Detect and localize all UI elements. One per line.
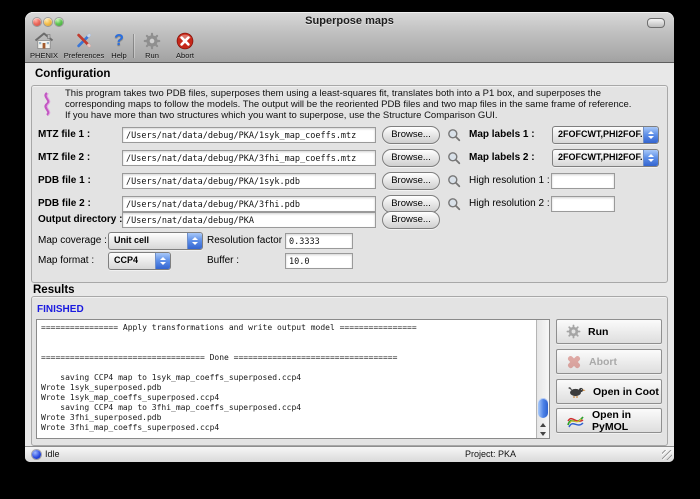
open-in-pymol-label: Open in PyMOL bbox=[592, 409, 661, 433]
phenix-ribbon-icon bbox=[40, 91, 54, 122]
dropdown-stepper-icon bbox=[155, 253, 170, 269]
arrow-down-icon bbox=[540, 432, 546, 436]
gear-icon bbox=[566, 324, 581, 339]
map-coverage-value: Unit cell bbox=[114, 235, 149, 245]
toolbar-abort-label: Abort bbox=[176, 51, 194, 60]
output-directory-label: Output directory : bbox=[38, 212, 122, 227]
toolbar-run-button[interactable]: Run bbox=[137, 31, 167, 61]
output-directory-input[interactable] bbox=[122, 212, 376, 228]
help-question-icon: ? bbox=[114, 31, 124, 50]
coot-bird-icon bbox=[566, 385, 586, 399]
open-in-coot-button[interactable]: Open in Coot bbox=[556, 379, 662, 404]
superpose-maps-window: Superpose maps PHENIX bbox=[25, 12, 674, 462]
high-resolution-2-label: High resolution 2 : bbox=[469, 196, 550, 211]
dropdown-stepper-icon bbox=[643, 127, 658, 143]
program-description-line-3: If you have more than two structures whi… bbox=[65, 111, 497, 122]
map-format-label: Map format : bbox=[38, 253, 94, 268]
toolbar-help-button[interactable]: ? Help bbox=[107, 31, 131, 61]
map-format-dropdown[interactable]: CCP4 bbox=[108, 252, 171, 270]
toolbar-abort-button[interactable]: Abort bbox=[167, 31, 203, 61]
map-coverage-label: Map coverage : bbox=[38, 233, 107, 248]
window-header: Superpose maps PHENIX bbox=[25, 12, 674, 63]
run-button[interactable]: Run bbox=[556, 319, 662, 344]
mtz-file-1-browse-button[interactable]: Browse... bbox=[382, 126, 440, 144]
pdb-file-1-browse-button[interactable]: Browse... bbox=[382, 172, 440, 190]
console-output[interactable]: ================ Apply transformations a… bbox=[36, 319, 550, 439]
status-bar: Idle Project: PKA bbox=[25, 446, 674, 462]
window-title: Superpose maps bbox=[25, 15, 674, 27]
map-labels-2-dropdown[interactable]: 2FOFCWT,PHI2FOF... bbox=[552, 149, 659, 167]
mtz-file-1-view-button[interactable] bbox=[446, 127, 461, 142]
toolbar-run-label: Run bbox=[145, 51, 159, 60]
mtz-file-2-view-button[interactable] bbox=[446, 150, 461, 165]
mtz-file-1-input[interactable] bbox=[122, 127, 376, 143]
dropdown-stepper-icon bbox=[187, 233, 202, 249]
results-heading: Results bbox=[33, 284, 75, 296]
resolution-factor-label: Resolution factor : bbox=[207, 233, 288, 248]
resolution-factor-input[interactable] bbox=[285, 233, 353, 249]
high-resolution-2-input[interactable] bbox=[551, 196, 615, 212]
status-text: Idle bbox=[45, 449, 60, 459]
run-gear-icon bbox=[143, 31, 161, 50]
buffer-label: Buffer : bbox=[207, 253, 239, 268]
toolbar-phenix-label: PHENIX bbox=[30, 51, 58, 60]
pdb-file-1-label: PDB file 1 : bbox=[38, 173, 91, 188]
map-labels-2-label: Map labels 2 : bbox=[469, 150, 535, 165]
run-status-text: FINISHED bbox=[37, 304, 84, 315]
open-in-coot-label: Open in Coot bbox=[593, 386, 659, 398]
pdb-file-2-view-button[interactable] bbox=[446, 196, 461, 211]
toolbar-phenix-button[interactable]: PHENIX bbox=[27, 31, 61, 61]
pdb-file-2-label: PDB file 2 : bbox=[38, 196, 91, 211]
scroll-up-button[interactable] bbox=[537, 420, 549, 429]
mtz-file-2-label: MTZ file 2 : bbox=[38, 150, 90, 165]
preferences-tools-icon bbox=[74, 31, 94, 50]
map-labels-2-value: 2FOFCWT,PHI2FOF... bbox=[558, 152, 648, 162]
red-x-icon bbox=[566, 354, 582, 370]
buffer-input[interactable] bbox=[285, 253, 353, 269]
toolbar-preferences-button[interactable]: Preferences bbox=[61, 31, 107, 61]
phenix-home-icon bbox=[34, 31, 54, 50]
scroll-down-button[interactable] bbox=[537, 429, 549, 438]
pdb-file-1-input[interactable] bbox=[122, 173, 376, 189]
map-format-value: CCP4 bbox=[114, 255, 138, 265]
toolbar-help-label: Help bbox=[111, 51, 126, 60]
dropdown-stepper-icon bbox=[643, 150, 658, 166]
map-labels-1-dropdown[interactable]: 2FOFCWT,PHI2FOF... bbox=[552, 126, 659, 144]
toolbar-preferences-label: Preferences bbox=[64, 51, 104, 60]
mtz-file-1-label: MTZ file 1 : bbox=[38, 127, 90, 142]
arrow-up-icon bbox=[540, 423, 546, 427]
status-indicator-icon bbox=[32, 450, 41, 459]
abort-button-label: Abort bbox=[589, 356, 617, 368]
magnifier-icon bbox=[447, 151, 461, 165]
project-label: Project: PKA bbox=[465, 449, 516, 459]
pdb-file-2-input[interactable] bbox=[122, 196, 376, 212]
map-labels-1-value: 2FOFCWT,PHI2FOF... bbox=[558, 129, 648, 139]
high-resolution-1-input[interactable] bbox=[551, 173, 615, 189]
scrollbar-thumb[interactable] bbox=[538, 398, 548, 418]
output-directory-browse-button[interactable]: Browse... bbox=[382, 211, 440, 229]
open-in-pymol-button[interactable]: Open in PyMOL bbox=[556, 408, 662, 433]
run-button-label: Run bbox=[588, 326, 608, 338]
high-resolution-1-label: High resolution 1 : bbox=[469, 173, 550, 188]
toolbar-separator bbox=[133, 34, 134, 58]
magnifier-icon bbox=[447, 197, 461, 211]
magnifier-icon bbox=[447, 174, 461, 188]
console-scrollbar[interactable] bbox=[536, 320, 549, 438]
toolbar-toggle-button[interactable] bbox=[647, 18, 665, 28]
console-output-text: ================ Apply transformations a… bbox=[37, 320, 549, 433]
mtz-file-2-input[interactable] bbox=[122, 150, 376, 166]
magnifier-icon bbox=[447, 128, 461, 142]
mtz-file-2-browse-button[interactable]: Browse... bbox=[382, 149, 440, 167]
resize-grip[interactable] bbox=[662, 450, 672, 460]
pymol-ribbon-icon bbox=[566, 413, 585, 429]
abort-button[interactable]: Abort bbox=[556, 349, 662, 374]
configuration-heading: Configuration bbox=[35, 68, 110, 80]
abort-red-x-icon bbox=[176, 31, 194, 50]
pdb-file-1-view-button[interactable] bbox=[446, 173, 461, 188]
map-labels-1-label: Map labels 1 : bbox=[469, 127, 535, 142]
map-coverage-dropdown[interactable]: Unit cell bbox=[108, 232, 203, 250]
